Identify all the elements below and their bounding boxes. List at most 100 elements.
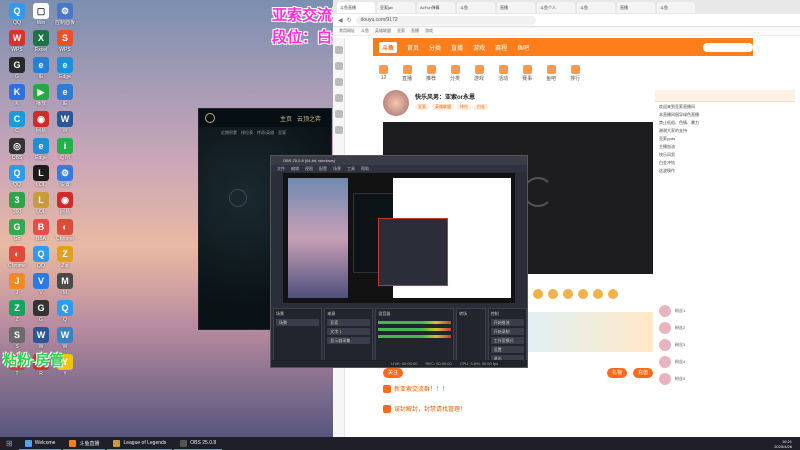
- gift-icon[interactable]: [533, 289, 543, 299]
- desktop-icon[interactable]: L LOL: [28, 165, 54, 188]
- desktop-icon[interactable]: Z Zip: [52, 246, 78, 269]
- quick-item[interactable]: 12: [379, 65, 388, 81]
- browser-tab[interactable]: 直播: [617, 1, 655, 13]
- quick-item[interactable]: 推荐: [426, 64, 436, 82]
- gift-icon[interactable]: [548, 289, 558, 299]
- desktop-icon[interactable]: e IE: [52, 84, 78, 107]
- desktop-icon[interactable]: e Edge: [52, 57, 78, 80]
- gift-icon[interactable]: [563, 289, 573, 299]
- desktop-icon[interactable]: ◐ Chrome: [52, 219, 78, 242]
- sidebar-icon[interactable]: [334, 94, 343, 102]
- desktop-icon[interactable]: Q QQ: [4, 3, 30, 26]
- fan-row[interactable]: 粉丝5: [659, 373, 791, 385]
- obs-control-button[interactable]: 工作室模式: [490, 337, 524, 344]
- desktop-icon[interactable]: MM: [52, 273, 78, 296]
- taskbar-item[interactable]: OBS 25.0.8: [174, 437, 223, 450]
- desktop-icon[interactable]: e IE: [28, 57, 54, 80]
- lol-subnav-item[interactable]: 排位表: [241, 130, 253, 136]
- lol-subnav-item[interactable]: 近期积累: [221, 130, 237, 136]
- sidebar-icon[interactable]: [334, 78, 343, 86]
- site-search-input[interactable]: [703, 42, 753, 52]
- desktop-icon[interactable]: VV: [28, 273, 54, 296]
- back-icon[interactable]: ◀: [338, 17, 343, 24]
- site-nav-item[interactable]: 游戏: [473, 43, 485, 52]
- gift-icon[interactable]: [608, 289, 618, 299]
- action-button[interactable]: 关注: [383, 368, 404, 378]
- desktop-icon[interactable]: ▢ Win: [28, 3, 54, 26]
- start-icon[interactable]: ⊞: [0, 439, 19, 448]
- desktop-icon[interactable]: i iQIYI: [52, 138, 78, 161]
- obs-menu-item[interactable]: 编辑: [291, 165, 299, 172]
- desktop-icon[interactable]: GG: [28, 300, 54, 323]
- desktop-icon[interactable]: Q QQ: [4, 165, 30, 188]
- browser-tab[interactable]: 斗鱼个人: [537, 1, 575, 13]
- room-tag[interactable]: 白金: [474, 104, 488, 110]
- taskbar-item[interactable]: Welcome: [18, 437, 62, 450]
- bookmark-item[interactable]: 英雄联盟: [375, 28, 391, 34]
- audio-meter[interactable]: [378, 328, 452, 331]
- obs-control-button[interactable]: 设置: [490, 346, 524, 353]
- browser-tab[interactable]: AcFun弹幕: [417, 1, 455, 13]
- obs-menu-item[interactable]: 视图: [305, 165, 313, 172]
- desktop-icon[interactable]: ◐ Chrome: [4, 246, 30, 269]
- browser-tab[interactable]: 斗鱼: [657, 1, 695, 13]
- desktop-icon[interactable]: WW: [52, 327, 78, 350]
- audio-meter[interactable]: [378, 321, 452, 324]
- desktop-icon[interactable]: QQ: [52, 300, 78, 323]
- bookmark-item[interactable]: 常用网址: [339, 28, 355, 34]
- obs-menu-item[interactable]: 配置: [319, 165, 327, 172]
- obs-menu-item[interactable]: 帮助: [361, 165, 369, 172]
- taskbar-item[interactable]: League of Legends: [107, 437, 173, 450]
- room-tag[interactable]: 英雄联盟: [432, 104, 454, 110]
- desktop-icon[interactable]: G Go: [4, 219, 30, 242]
- browser-tab[interactable]: 斗鱼: [577, 1, 615, 13]
- room-tag[interactable]: 亚索: [415, 104, 429, 110]
- douyu-logo[interactable]: 斗鱼: [379, 41, 398, 53]
- desktop-icon[interactable]: ZZ: [4, 300, 30, 323]
- sidebar-icon[interactable]: [334, 126, 343, 134]
- fan-row[interactable]: 粉丝1: [659, 305, 791, 317]
- desktop-icon[interactable]: SS: [4, 327, 30, 350]
- refresh-icon[interactable]: ↻: [347, 17, 352, 24]
- obs-menu-item[interactable]: 工具: [347, 165, 355, 172]
- browser-tab[interactable]: 斗鱼: [457, 1, 495, 13]
- bookmark-item[interactable]: 游戏: [425, 28, 433, 34]
- action-button[interactable]: 充值: [632, 368, 653, 378]
- browser-tab[interactable]: 直播: [497, 1, 535, 13]
- site-nav-item[interactable]: 赛程: [495, 43, 507, 52]
- source-item[interactable]: 显示器采集: [327, 337, 371, 344]
- clock[interactable]: 16:21 2020/4/26: [774, 439, 800, 449]
- browser-tab[interactable]: 斗鱼直播: [337, 1, 375, 13]
- quick-item[interactable]: 排行: [570, 64, 580, 82]
- lol-nav-home[interactable]: 主页: [280, 114, 292, 123]
- obs-preview[interactable]: [283, 173, 515, 303]
- taskbar-item[interactable]: 斗鱼直播: [63, 437, 106, 450]
- desktop-icon[interactable]: GG: [4, 57, 30, 80]
- scene-item[interactable]: 场景: [276, 319, 320, 326]
- desktop-icon[interactable]: ◉ 网易: [52, 192, 78, 215]
- streamer-avatar[interactable]: [383, 90, 409, 116]
- desktop-icon[interactable]: X Excel: [28, 30, 54, 53]
- bookmark-item[interactable]: 亚索: [397, 28, 405, 34]
- desktop-icon[interactable]: B BBA: [28, 219, 54, 242]
- quick-item[interactable]: 游戏: [474, 64, 484, 82]
- desktop-icon[interactable]: L LOL: [28, 192, 54, 215]
- obs-menu-item[interactable]: 场景: [333, 165, 341, 172]
- desktop-icon[interactable]: KK: [4, 84, 30, 107]
- sidebar-icon[interactable]: [334, 46, 343, 54]
- desktop-icon[interactable]: Q QQ: [28, 246, 54, 269]
- quick-item[interactable]: 直播: [402, 64, 412, 82]
- desktop-icon[interactable]: JJ: [4, 273, 30, 296]
- obs-control-button[interactable]: 开始推流: [490, 319, 524, 326]
- bookmark-item[interactable]: 斗鱼: [361, 28, 369, 34]
- lol-nav-tft[interactable]: 云顶之弈: [297, 114, 321, 123]
- desktop-icon[interactable]: WW: [52, 111, 78, 134]
- desktop-icon[interactable]: e Edge: [28, 138, 54, 161]
- desktop-icon[interactable]: ⚙ 设置: [52, 165, 78, 188]
- fan-row[interactable]: 粉丝3: [659, 339, 791, 351]
- url-input[interactable]: douyu.com/9172: [355, 15, 536, 25]
- desktop-icon[interactable]: WW: [28, 327, 54, 350]
- action-button[interactable]: 礼物: [606, 368, 627, 378]
- fan-row[interactable]: 粉丝4: [659, 356, 791, 368]
- desktop-icon[interactable]: ⚙ 控制面板: [52, 3, 78, 26]
